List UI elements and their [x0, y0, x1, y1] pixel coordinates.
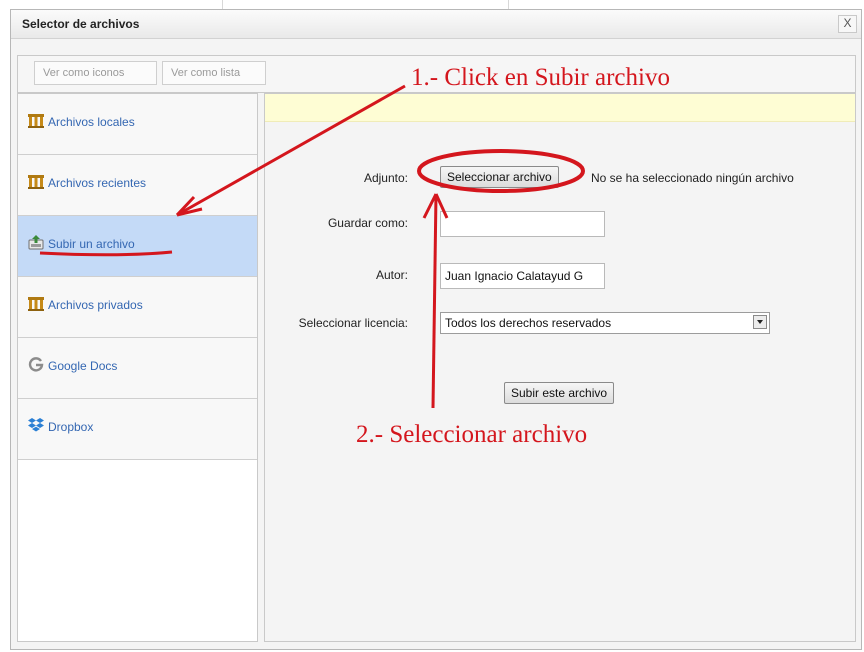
file-picker-dialog: Selector de archivos X Ver como iconos V…	[10, 9, 862, 650]
repository-sidebar: Archivos locales Archivos recientes Subi…	[17, 93, 258, 642]
license-label: Seleccionar licencia:	[298, 316, 408, 330]
sidebar-item-archivos-privados[interactable]: Archivos privados	[18, 277, 257, 338]
upload-panel: Adjunto: Seleccionar archivo No se ha se…	[264, 93, 856, 642]
dialog-title: Selector de archivos	[22, 17, 140, 31]
sidebar-item-subir-un-archivo[interactable]: Subir un archivo	[18, 216, 257, 277]
license-selected-value: Todos los derechos reservados	[445, 316, 612, 330]
notice-bar	[265, 94, 855, 122]
close-icon: X	[843, 16, 852, 30]
chevron-down-icon[interactable]	[753, 315, 767, 329]
attachment-label: Adjunto:	[363, 171, 408, 185]
sidebar-item-label: Archivos privados	[48, 298, 143, 312]
annotation-step-1: 1.- Click en Subir archivo	[411, 64, 670, 91]
sidebar-item-label: Archivos recientes	[48, 176, 147, 190]
close-button[interactable]: X	[838, 15, 857, 33]
repository-icon	[28, 175, 44, 189]
save-as-label: Guardar como:	[327, 216, 408, 230]
sidebar-item-dropbox[interactable]: Dropbox	[18, 399, 257, 460]
sidebar-item-archivos-recientes[interactable]: Archivos recientes	[18, 155, 257, 216]
dropbox-icon	[28, 418, 44, 432]
author-label: Autor:	[375, 268, 408, 282]
sidebar-item-label: Dropbox	[48, 420, 94, 434]
sidebar-item-archivos-locales[interactable]: Archivos locales	[18, 94, 257, 155]
save-as-input[interactable]	[440, 211, 605, 237]
view-as-list-button[interactable]: Ver como lista	[162, 61, 266, 85]
dialog-titlebar: Selector de archivos X	[11, 10, 861, 39]
upload-file-button[interactable]: Subir este archivo	[504, 382, 615, 404]
annotation-step-2: 2.- Seleccionar archivo	[356, 421, 588, 448]
view-as-icons-button[interactable]: Ver como iconos	[34, 61, 157, 85]
repository-icon	[28, 297, 44, 311]
google-icon	[28, 357, 44, 372]
license-select[interactable]: Todos los derechos reservados	[440, 312, 770, 334]
sidebar-item-label: Google Docs	[48, 359, 118, 373]
sidebar-item-label: Archivos locales	[48, 115, 135, 129]
sidebar-item-label: Subir un archivo	[48, 237, 135, 251]
upload-icon	[28, 235, 44, 250]
no-file-text: No se ha seleccionado ningún archivo	[591, 171, 794, 185]
sidebar-item-google-docs[interactable]: Google Docs	[18, 338, 257, 399]
choose-file-button[interactable]: Seleccionar archivo	[440, 166, 559, 188]
repository-icon	[28, 114, 44, 128]
author-input[interactable]: Juan Ignacio Calatayud G	[440, 263, 605, 289]
